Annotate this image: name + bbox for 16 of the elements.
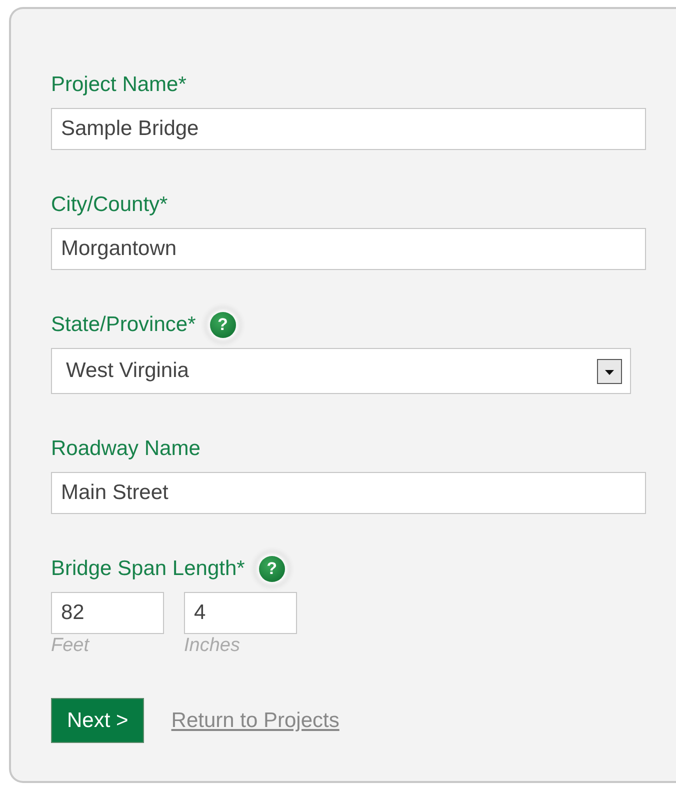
dropdown[interactable]: West Virginia bbox=[51, 348, 631, 394]
unit-label: Feet bbox=[51, 634, 91, 658]
field-label: State/Province* bbox=[51, 312, 196, 338]
field-label: Bridge Span Length* bbox=[51, 556, 245, 582]
help-icon[interactable]: ? bbox=[258, 556, 285, 582]
text-field[interactable]: Sample Bridge bbox=[51, 108, 646, 150]
field-label: City/County* bbox=[51, 192, 168, 218]
field-label: Roadway Name bbox=[51, 436, 200, 462]
text-field[interactable]: Morgantown bbox=[51, 228, 646, 270]
unit-label: Inches bbox=[184, 634, 241, 658]
help-icon[interactable]: ? bbox=[210, 312, 236, 338]
number-field[interactable]: 4 bbox=[184, 592, 297, 634]
text-field[interactable]: Main Street bbox=[51, 472, 646, 514]
next-button[interactable]: Next > bbox=[51, 698, 144, 743]
number-field[interactable]: 82 bbox=[51, 592, 164, 634]
field-label: Project Name* bbox=[51, 72, 186, 98]
